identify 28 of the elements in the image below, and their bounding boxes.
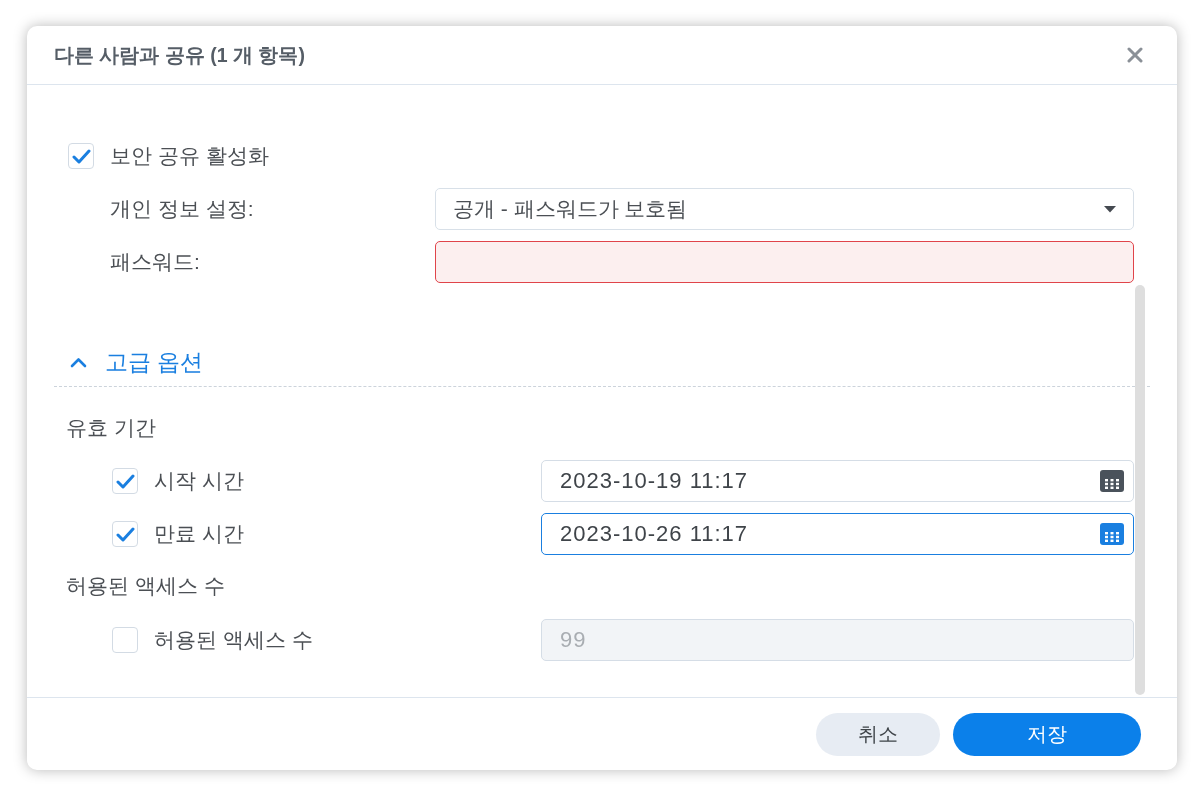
checkbox[interactable] bbox=[112, 468, 138, 494]
calendar-icon[interactable] bbox=[1100, 470, 1124, 492]
checkbox-label: 만료 시간 bbox=[154, 521, 244, 547]
dialog-title: 다른 사람과 공유 (1 개 항목) bbox=[54, 43, 305, 67]
caret-down-icon bbox=[1104, 205, 1116, 213]
section-heading: 유효 기간 bbox=[66, 417, 156, 439]
field-label: 패스워드: bbox=[110, 249, 201, 275]
check-icon bbox=[115, 526, 135, 542]
privacy-dropdown[interactable]: 공개 - 패스워드가 보호됨 bbox=[435, 188, 1134, 230]
checkbox-label: 허용된 액세스 수 bbox=[154, 627, 313, 653]
scrollbar-thumb[interactable] bbox=[1135, 285, 1145, 695]
password-field[interactable] bbox=[435, 241, 1134, 283]
checkbox[interactable] bbox=[112, 521, 138, 547]
check-icon bbox=[71, 148, 91, 164]
close-icon bbox=[1127, 47, 1143, 63]
close-button[interactable] bbox=[1127, 47, 1143, 63]
datetime-field[interactable]: 2023-10-26 11:17 bbox=[541, 513, 1134, 555]
section-heading: 허용된 액세스 수 bbox=[66, 575, 225, 597]
save-button[interactable]: 저장 bbox=[953, 712, 1141, 756]
advanced-options-toggle[interactable]: 고급 옵션 bbox=[70, 346, 204, 378]
datetime-field[interactable]: 2023-10-19 11:17 bbox=[541, 460, 1134, 502]
check-icon bbox=[115, 473, 135, 489]
checkbox-label: 시작 시간 bbox=[154, 468, 244, 494]
calendar-icon[interactable] bbox=[1100, 523, 1124, 545]
field-label: 개인 정보 설정: bbox=[110, 196, 255, 222]
checkbox-label: 보안 공유 활성화 bbox=[110, 143, 269, 169]
checkbox[interactable] bbox=[68, 143, 94, 169]
cancel-button[interactable]: 취소 bbox=[816, 712, 940, 756]
